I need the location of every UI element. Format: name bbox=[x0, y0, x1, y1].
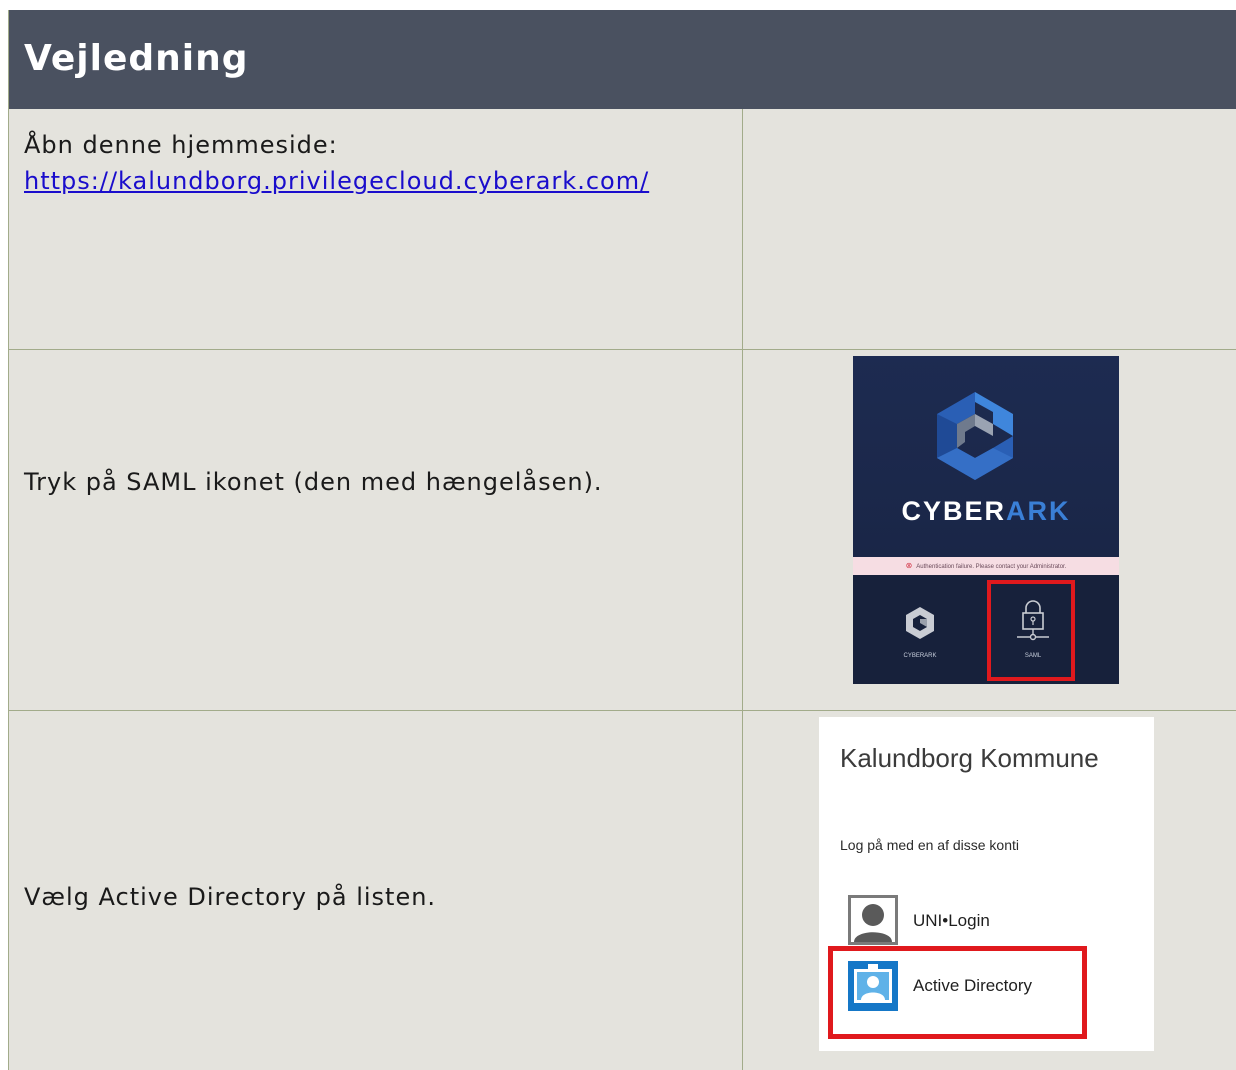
page-title: Vejledning bbox=[24, 38, 249, 79]
cyberark-url-link[interactable]: https://kalundborg.privilegecloud.cybera… bbox=[24, 163, 649, 199]
step-text: Åbn denne hjemmeside: https://kalundborg… bbox=[24, 127, 649, 199]
login-options: CYBERARK SAML bbox=[853, 575, 1119, 684]
error-message: Authentication failure. Please contact y… bbox=[916, 564, 1067, 570]
step-2-text: Tryk på SAML ikonet (den med hængelåsen)… bbox=[24, 468, 603, 496]
login-title: Kalundborg Kommune bbox=[840, 743, 1099, 773]
cyberark-screenshot: CYBERARK ⊗ Authentication failure. Please… bbox=[853, 356, 1119, 684]
uni-login-label[interactable]: UNI•Login bbox=[913, 911, 990, 931]
table-header: Vejledning bbox=[9, 10, 1236, 109]
login-screenshot: Kalundborg Kommune Log på med en af diss… bbox=[819, 717, 1154, 1051]
saml-highlight-box bbox=[987, 580, 1075, 681]
brand-main: CYBER bbox=[901, 496, 1006, 526]
page: Vejledning Åbn denne hjemmeside: https:/… bbox=[0, 0, 1236, 1070]
step-1-text: Åbn denne hjemmeside: bbox=[24, 131, 338, 159]
person-icon[interactable] bbox=[848, 895, 898, 945]
cyberark-brand: CYBERARK bbox=[853, 496, 1119, 527]
error-banner: ⊗ Authentication failure. Please contact … bbox=[853, 557, 1119, 575]
table-row: Åbn denne hjemmeside: https://kalundborg… bbox=[9, 109, 1236, 350]
cyberark-hero: CYBERARK bbox=[853, 356, 1119, 556]
cyberark-option-label: CYBERARK bbox=[903, 653, 937, 659]
error-icon: ⊗ bbox=[905, 561, 913, 570]
column-divider bbox=[742, 109, 743, 1070]
login-subtitle: Log på med en af disse konti bbox=[840, 837, 1020, 853]
brand-accent: ARK bbox=[1006, 496, 1071, 526]
active-directory-highlight-box bbox=[828, 946, 1087, 1039]
cyberark-option-icon[interactable] bbox=[900, 603, 940, 643]
cyberark-logo-icon bbox=[937, 392, 1013, 480]
step-3-text: Vælg Active Directory på listen. bbox=[24, 883, 437, 911]
